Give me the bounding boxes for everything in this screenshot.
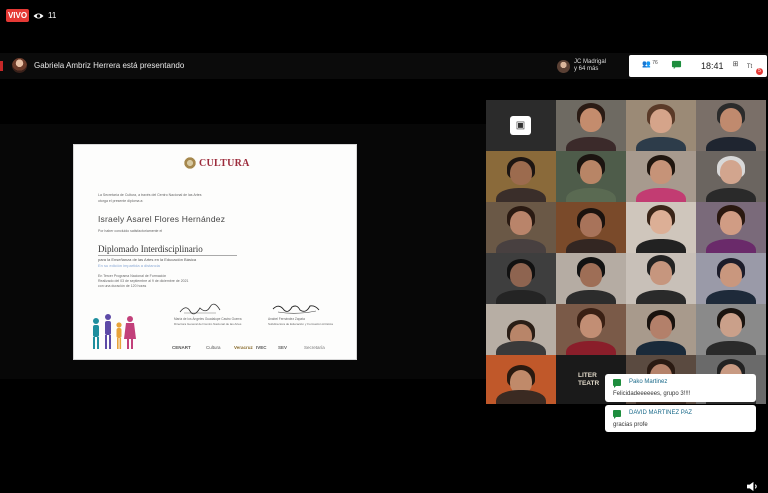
logo-text: CULTURA — [199, 157, 250, 169]
footer-logo-ivec: IVEC — [256, 345, 267, 350]
live-indicator-bar — [0, 61, 3, 71]
chat-message[interactable]: DAVID MARTINEZ PAZ gracias profe — [605, 405, 756, 432]
layout-icon[interactable]: ▣ — [510, 116, 531, 135]
participant-tile[interactable] — [486, 202, 556, 253]
clock: 18:41 — [701, 61, 724, 71]
chat-icon[interactable] — [671, 60, 682, 70]
presenting-status: Gabriela Ambriz Herrera está presentando — [34, 61, 185, 70]
participant-tile[interactable] — [556, 202, 626, 253]
participants-chip[interactable]: JC Madrigal y 64 más — [557, 56, 625, 76]
signature-left — [178, 302, 222, 315]
participant-tile[interactable] — [626, 202, 696, 253]
poster-text-2: TEATR — [578, 380, 600, 387]
participant-tile[interactable] — [696, 253, 766, 304]
footer-logo-veracruz: Veracruz — [234, 345, 253, 350]
detail-line-3: con una duración de 120 horas — [98, 284, 147, 288]
participant-tile[interactable] — [696, 304, 766, 355]
participant-tile[interactable] — [626, 151, 696, 202]
participant-avatar — [557, 59, 570, 73]
chat-text: Felicidadeeeeees, grupo 3!!!! — [613, 391, 691, 397]
signature-right — [270, 302, 322, 314]
notification-badge: 5 — [756, 68, 763, 75]
poster-text-1: LITER — [578, 372, 597, 379]
participants-more: y 64 más — [574, 66, 599, 72]
presenter-avatar — [12, 58, 27, 73]
viewer-count: 11 — [33, 9, 56, 22]
chat-message[interactable]: Pako Martinez Felicidadeeeeees, grupo 3!… — [605, 374, 756, 402]
signer-right-role: Subdirectora de Educación y Formación Ar… — [268, 322, 333, 326]
participant-tile[interactable] — [486, 151, 556, 202]
captions-label: Tt — [746, 64, 753, 70]
participant-tile[interactable] — [626, 253, 696, 304]
detail-line-2: Realizado del 03 de septiembre al 9 de d… — [98, 279, 189, 283]
participant-tile[interactable] — [696, 100, 766, 151]
volume-icon[interactable] — [746, 481, 759, 493]
participant-tile[interactable] — [696, 202, 766, 253]
captions-icon[interactable]: ⊞ — [730, 60, 741, 70]
participant-tile[interactable] — [556, 304, 626, 355]
chat-sender: Pako Martinez — [629, 379, 668, 385]
meeting-controls: 👥 76 18:41 ⊞ Tt 5 — [629, 55, 767, 77]
participant-tile[interactable]: ▣ — [486, 100, 556, 151]
diploma-document: CULTURA La Secretaría de Cultura, a trav… — [73, 144, 357, 360]
participant-tile[interactable] — [556, 151, 626, 202]
viewer-count-value: 11 — [48, 11, 57, 20]
cultura-logo: CULTURA — [184, 157, 250, 169]
footer-logo-secretaria: Secretaría — [304, 345, 325, 350]
seal-icon — [184, 157, 196, 169]
chat-icon — [613, 410, 621, 419]
participant-grid: ▣ LITER TEATR — [486, 100, 766, 404]
chat-sender: DAVID MARTINEZ PAZ — [629, 410, 693, 416]
detail-line-1: En Tercer Programa Nacional de Formación — [98, 274, 167, 278]
footer-logo-cultura: Cultura — [206, 345, 221, 350]
participant-tile[interactable] — [486, 355, 556, 404]
participants-badge: 76 — [652, 60, 658, 66]
program-edition: En su edición impartida a distancia — [98, 263, 160, 268]
recipient-name: Israely Asarel Flores Hernández — [98, 214, 226, 224]
chat-icon — [613, 379, 621, 388]
live-badge: VIVO — [6, 9, 29, 22]
participant-tile[interactable] — [556, 100, 626, 151]
signer-left-role: Directora General del Centro Nacional de… — [174, 322, 242, 326]
children-illustration — [86, 313, 138, 353]
intro-line-2: otorga el presente diploma a: — [98, 199, 144, 203]
program-subtitle: para la Enseñanza de las Artes en la Edu… — [98, 257, 197, 262]
participant-tile[interactable] — [486, 304, 556, 355]
participant-tile[interactable] — [626, 304, 696, 355]
footer-logo-cenart: CENART — [172, 345, 191, 350]
chat-text: gracias profe — [613, 422, 648, 428]
signer-right-name: Anabel Fernández Zapata — [268, 317, 305, 321]
eye-icon — [33, 13, 44, 18]
title-underline — [98, 255, 237, 256]
participants-name: JC Madrigal — [574, 59, 607, 65]
participant-tile[interactable] — [556, 253, 626, 304]
footer-logo-sev: SEV — [278, 345, 288, 350]
signer-left-name: María de los Ángeles Guadalupe Castro Gu… — [174, 317, 242, 321]
participant-tile[interactable] — [696, 151, 766, 202]
reason-text: Por haber concluido satisfactoriamente e… — [98, 229, 163, 233]
program-title: Diplomado Interdisciplinario — [98, 244, 203, 254]
participant-tile[interactable] — [486, 253, 556, 304]
participant-tile[interactable] — [626, 100, 696, 151]
intro-line-1: La Secretaría de Cultura, a través del C… — [98, 193, 202, 197]
